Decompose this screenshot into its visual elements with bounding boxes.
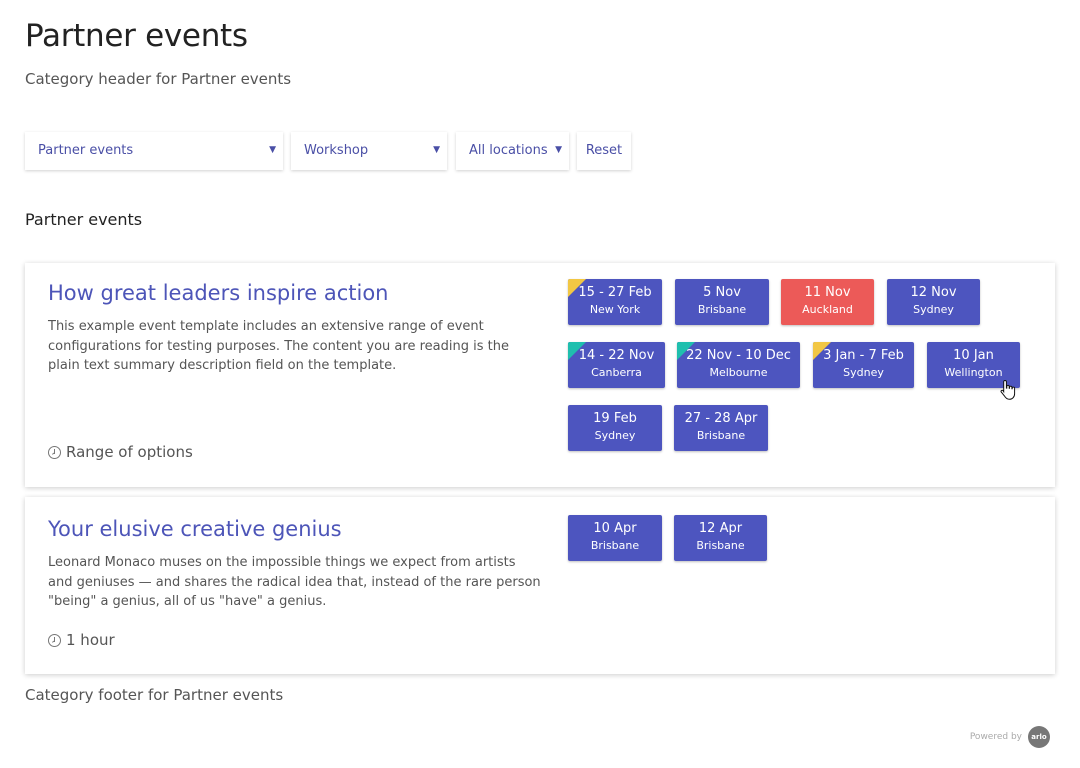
powered-by[interactable]: Powered by arlo — [970, 726, 1050, 748]
session-button[interactable]: 14 - 22 Nov Canberra — [568, 342, 665, 388]
clock-icon — [48, 633, 61, 647]
session-button[interactable]: 10 Apr Brisbane — [568, 515, 662, 561]
category-filter-value: Partner events — [38, 143, 134, 158]
section-heading: Partner events — [25, 210, 143, 229]
category-filter-select[interactable]: Partner events ▼ — [25, 132, 283, 170]
duration-label: Range of options — [66, 443, 193, 461]
session-date: 22 Nov - 10 Dec — [686, 348, 791, 363]
session-location: Auckland — [802, 303, 853, 316]
session-button[interactable]: 22 Nov - 10 Dec Melbourne — [677, 342, 800, 388]
event-duration: 1 hour — [48, 631, 115, 649]
location-filter-value: All locations — [469, 143, 548, 158]
location-filter-select[interactable]: All locations ▼ — [456, 132, 569, 170]
session-date: 12 Nov — [910, 285, 957, 300]
session-location: Sydney — [843, 366, 884, 379]
type-filter-select[interactable]: Workshop ▼ — [291, 132, 447, 170]
session-location: Brisbane — [697, 303, 747, 316]
session-date: 10 Jan — [953, 348, 994, 363]
session-location: Wellington — [944, 366, 1003, 379]
session-location: Brisbane — [696, 539, 745, 552]
session-date: 19 Feb — [593, 411, 637, 426]
session-date: 12 Apr — [698, 521, 743, 536]
arlo-logo: arlo — [1028, 726, 1050, 748]
event-description: This example event template includes an … — [48, 319, 509, 373]
duration-label: 1 hour — [66, 631, 115, 649]
powered-by-text: Powered by — [969, 732, 1022, 742]
session-corner-marker — [568, 279, 586, 297]
page-title: Partner events — [25, 18, 248, 54]
chevron-down-icon: ▼ — [433, 145, 440, 155]
session-corner-marker — [677, 342, 695, 360]
clock-icon — [48, 445, 61, 459]
event-title-link[interactable]: How great leaders inspire action — [48, 281, 388, 305]
session-button-full[interactable]: 11 Nov Auckland — [781, 279, 874, 325]
session-location: New York — [589, 303, 641, 316]
chevron-down-icon: ▼ — [269, 145, 276, 155]
session-location: Canberra — [591, 366, 642, 379]
session-date: 5 Nov — [703, 285, 741, 300]
session-location: Brisbane — [696, 429, 746, 442]
type-filter-value: Workshop — [304, 143, 369, 158]
session-button[interactable]: 15 - 27 Feb New York — [568, 279, 662, 325]
session-button[interactable]: 5 Nov Brisbane — [675, 279, 769, 325]
session-button[interactable]: 19 Feb Sydney — [568, 405, 662, 451]
hand-cursor-icon — [1000, 379, 1016, 400]
session-location: Brisbane — [590, 539, 640, 552]
session-corner-marker — [568, 342, 586, 360]
session-button[interactable]: 12 Nov Sydney — [887, 279, 980, 325]
event-title-link[interactable]: Your elusive creative genius — [48, 517, 342, 541]
chevron-down-icon: ▼ — [555, 145, 562, 155]
session-button[interactable]: 12 Apr Brisbane — [674, 515, 767, 561]
session-location: Sydney — [594, 429, 636, 442]
session-button[interactable]: 3 Jan - 7 Feb Sydney — [813, 342, 914, 388]
reset-button[interactable]: Reset — [577, 132, 631, 170]
session-date: 27 - 28 Apr — [684, 411, 758, 426]
session-corner-marker — [813, 342, 831, 360]
category-footer: Category footer for Partner events — [25, 686, 284, 704]
category-header: Category header for Partner events — [25, 70, 292, 88]
event-card: Your elusive creative genius Leonard Mon… — [25, 497, 1055, 674]
session-date: 10 Apr — [593, 521, 637, 536]
session-button[interactable]: 27 - 28 Apr Brisbane — [674, 405, 768, 451]
session-location: Sydney — [913, 303, 954, 316]
event-duration: Range of options — [48, 443, 193, 461]
session-location: Melbourne — [709, 366, 768, 379]
session-date: 11 Nov — [804, 285, 851, 300]
event-description: Leonard Monaco muses on the impossible t… — [48, 555, 541, 609]
